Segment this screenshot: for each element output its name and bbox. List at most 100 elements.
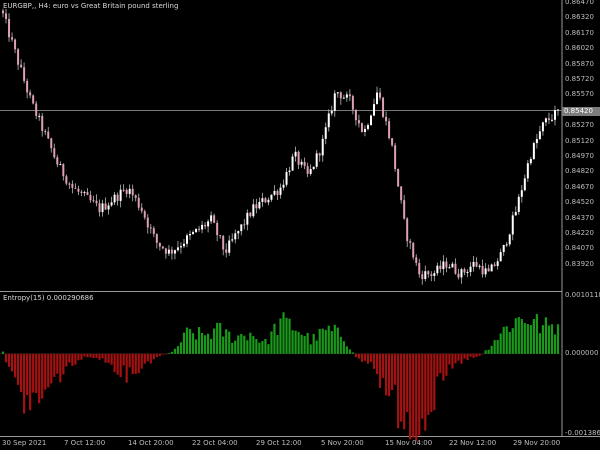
- candle-body: [113, 194, 116, 203]
- candle-body: [279, 187, 282, 195]
- price-axis-label: 0.84520: [565, 198, 594, 207]
- entropy-bar: [357, 353, 361, 359]
- entropy-bar: [345, 346, 348, 354]
- candle-body: [327, 113, 330, 128]
- entropy-bar: [520, 319, 523, 354]
- entropy-bar: [23, 353, 26, 414]
- price-axis-label: 0.85570: [565, 90, 594, 99]
- entropy-bar: [71, 353, 74, 366]
- entropy-bar: [481, 353, 484, 355]
- entropy-bar: [409, 353, 412, 440]
- candle-body: [201, 224, 204, 230]
- candle-body: [264, 198, 267, 203]
- candle-body: [276, 190, 279, 195]
- entropy-bar: [517, 317, 520, 354]
- price-axis-label: 0.85870: [565, 59, 594, 68]
- entropy-bar: [424, 353, 427, 431]
- candle-body: [56, 157, 59, 165]
- entropy-bar: [544, 317, 548, 354]
- time-axis-label: 29 Oct 12:00: [256, 439, 302, 447]
- entropy-bar: [484, 350, 487, 354]
- candle-body: [309, 169, 312, 174]
- current-price-badge: 0.85420: [562, 107, 600, 116]
- entropy-bar: [363, 353, 367, 361]
- candle-body: [333, 93, 336, 111]
- candle-body: [427, 271, 430, 275]
- entropy-bar: [29, 353, 32, 411]
- candle-body: [8, 18, 11, 38]
- entropy-bar: [321, 328, 324, 354]
- candle-body: [158, 242, 161, 247]
- candle-body: [379, 92, 382, 98]
- candle-body: [170, 249, 173, 254]
- entropy-bar: [131, 353, 134, 374]
- entropy-bar: [318, 328, 321, 354]
- candle-body: [155, 234, 158, 243]
- entropy-bar: [10, 353, 14, 372]
- candle-body: [550, 119, 553, 121]
- candle-body: [179, 246, 182, 248]
- entropy-bar: [451, 353, 454, 369]
- entropy-bar: [478, 353, 481, 356]
- entropy-bar: [89, 353, 92, 358]
- candle-body: [303, 161, 306, 167]
- entropy-bar: [460, 353, 463, 364]
- entropy-bar: [56, 353, 59, 374]
- candle-body: [315, 153, 318, 167]
- entropy-bar: [496, 339, 499, 354]
- entropy-bar: [240, 333, 243, 354]
- price-axis-label: 0.83920: [565, 259, 594, 268]
- candle-body: [496, 261, 499, 266]
- candle-body: [409, 241, 412, 243]
- candle-body: [484, 268, 487, 275]
- candle-body: [535, 139, 538, 144]
- entropy-bar: [351, 352, 354, 354]
- entropy-bar: [369, 353, 373, 362]
- candle-body: [5, 13, 8, 19]
- entropy-bar: [152, 353, 155, 360]
- price-axis-label: 0.85120: [565, 136, 594, 145]
- time-axis-label: 22 Nov 12:00: [449, 439, 497, 447]
- candle-body: [448, 267, 451, 269]
- entropy-bar: [445, 353, 448, 376]
- entropy-bar: [219, 322, 222, 354]
- candle-body: [394, 145, 397, 170]
- entropy-bar: [95, 353, 98, 358]
- entropy-bar: [231, 342, 234, 354]
- candle-body: [297, 151, 300, 165]
- time-axis-label: 15 Nov 04:00: [385, 439, 433, 447]
- entropy-bar: [336, 327, 339, 354]
- entropy-bar: [255, 339, 258, 354]
- candle-body: [526, 163, 529, 179]
- candle-body: [225, 249, 228, 253]
- candle-body: [41, 115, 44, 132]
- candle-body: [140, 207, 143, 212]
- entropy-bar: [303, 336, 306, 354]
- entropy-bar: [490, 345, 493, 354]
- entropy-bar: [403, 353, 406, 430]
- candle-body: [487, 268, 490, 272]
- entropy-bar: [505, 326, 508, 354]
- chart-canvas[interactable]: [0, 0, 600, 450]
- entropy-bar: [553, 334, 557, 354]
- entropy-bar: [526, 324, 529, 354]
- candle-body: [32, 95, 35, 104]
- entropy-bar: [197, 327, 201, 354]
- entropy-bar: [400, 353, 403, 422]
- candle-body: [216, 222, 219, 236]
- entropy-bar: [203, 335, 207, 354]
- candle-body: [26, 80, 29, 93]
- candle-body: [529, 158, 532, 164]
- candle-body: [433, 273, 436, 276]
- entropy-bar: [502, 326, 505, 354]
- candle-body: [231, 239, 234, 241]
- price-axis-label: 0.86320: [565, 13, 594, 22]
- candle-body: [164, 248, 167, 254]
- entropy-bar: [309, 344, 312, 354]
- candle-body: [412, 242, 415, 258]
- candle-body: [122, 189, 125, 191]
- price-axis-label: 0.85270: [565, 121, 594, 130]
- candle-body: [240, 224, 243, 232]
- candle-body: [330, 110, 333, 114]
- candle-body: [478, 265, 481, 267]
